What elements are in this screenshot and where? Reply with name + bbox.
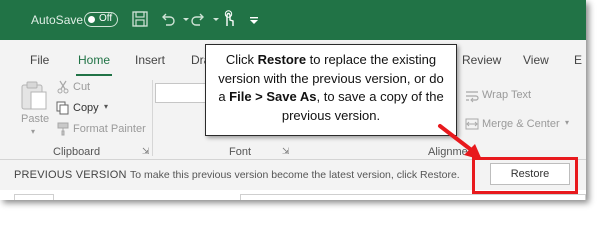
callout-restore-term: Restore [257,52,307,67]
font-group-label: Font [229,146,252,158]
instruction-callout: Click Restore to replace the existing ve… [205,44,457,136]
scissors-icon[interactable] [56,80,70,99]
toggle-knob [88,16,95,23]
undo-dropdown-icon[interactable] [176,9,189,29]
name-box-edge [14,194,54,200]
callout-text-pre: Click [225,52,258,67]
callout-arrow-icon [438,124,482,160]
clipboard-dialog-launcher-icon[interactable]: ⇲ [142,146,150,157]
paste-label[interactable]: Paste [21,113,49,125]
previous-version-title: PREVIOUS VERSION [14,169,127,181]
autosave-toggle[interactable]: Off [84,12,118,27]
copy-icon[interactable] [56,101,70,120]
format-painter-icon[interactable] [56,122,70,141]
copy-dropdown-icon[interactable]: ▾ [104,102,108,111]
font-dialog-launcher-icon[interactable]: ⇲ [282,146,290,157]
redo-icon[interactable] [188,9,208,29]
group-separator [152,80,153,156]
tab-review[interactable]: Review [462,53,501,67]
formula-input-edge [240,194,586,200]
tab-partial[interactable]: E [574,53,582,67]
format-painter-label[interactable]: Format Painter [73,123,146,135]
previous-version-message: To make this previous version become the… [130,169,460,181]
autosave-state: Off [99,13,113,24]
touch-mode-icon[interactable] [218,9,238,29]
wrap-text-icon[interactable] [465,89,479,108]
paste-icon[interactable] [19,80,49,117]
tab-file[interactable]: File [30,53,49,67]
autosave-label: AutoSave [31,13,84,27]
customize-dropdown-icon[interactable] [244,9,264,29]
tab-home[interactable]: Home [78,53,110,67]
title-bar: AutoSave Off [0,0,586,40]
save-icon[interactable] [130,9,150,29]
font-name-box[interactable] [155,83,207,103]
merge-dropdown-icon[interactable]: ▾ [565,118,569,127]
tab-view[interactable]: View [523,53,549,67]
redo-dropdown-icon[interactable] [206,9,219,29]
callout-file-save-as-term: File > Save As [229,89,317,104]
wrap-text-label[interactable]: Wrap Text [482,89,531,101]
undo-icon[interactable] [158,9,178,29]
tab-insert[interactable]: Insert [135,53,165,67]
paste-dropdown-icon[interactable]: ▾ [31,127,35,136]
copy-label[interactable]: Copy [73,102,99,114]
clipboard-group-label: Clipboard [53,146,101,158]
cut-label[interactable]: Cut [73,81,90,93]
